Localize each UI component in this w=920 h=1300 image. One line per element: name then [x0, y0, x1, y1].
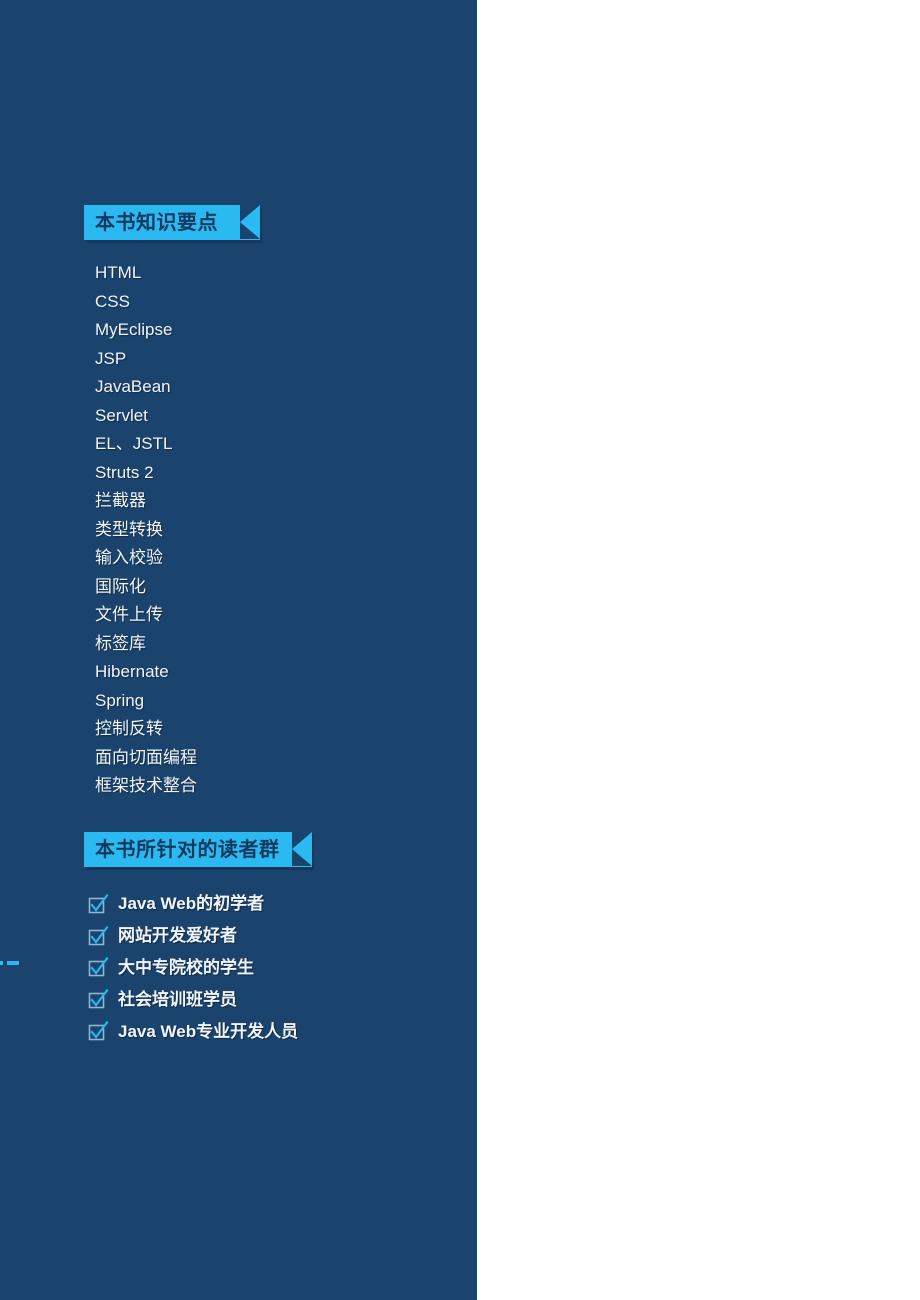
- list-item: 面向切面编程: [95, 747, 197, 767]
- checked-checkbox-icon: [88, 893, 109, 914]
- knowledge-topic-list: HTML CSS MyEclipse JSP JavaBean Servlet …: [95, 259, 197, 801]
- list-item: 社会培训班学员: [88, 983, 298, 1015]
- list-item: HTML: [95, 263, 142, 282]
- list-item: 类型转换: [95, 519, 163, 539]
- list-item: Java Web的初学者: [88, 888, 298, 920]
- checked-checkbox-icon: [88, 1021, 109, 1041]
- list-item: Spring: [95, 690, 145, 710]
- section-heading-readers: 本书所针对的读者群: [84, 832, 312, 867]
- list-item: Hibernate: [95, 662, 169, 681]
- list-item: 文件上传: [95, 605, 163, 624]
- back-cover-panel: 本书知识要点 HTML CSS MyEclipse JSP JavaBean S…: [0, 0, 477, 1300]
- list-item: Struts 2: [95, 462, 154, 482]
- list-item: 控制反转: [95, 719, 163, 738]
- list-item-label: 网站开发爱好者: [118, 926, 237, 946]
- list-item: 国际化: [95, 576, 146, 596]
- list-item: CSS: [95, 291, 130, 311]
- list-item-label: Java Web的初学者: [118, 894, 265, 914]
- section-heading-readers-label: 本书所针对的读者群: [95, 838, 280, 861]
- section-heading-knowledge-label: 本书知识要点: [95, 211, 218, 234]
- checked-checkbox-icon: [88, 925, 109, 946]
- list-item-label: 社会培训班学员: [118, 989, 237, 1009]
- list-item: JSP: [95, 348, 127, 368]
- list-item: 网站开发爱好者: [88, 920, 298, 952]
- section-heading-knowledge: 本书知识要点: [84, 205, 260, 240]
- list-item: 框架技术整合: [95, 776, 197, 795]
- list-item: 输入校验: [95, 548, 163, 567]
- list-item: EL、JSTL: [95, 434, 173, 453]
- checked-checkbox-icon: [88, 989, 109, 1009]
- page-canvas: 本书知识要点 HTML CSS MyEclipse JSP JavaBean S…: [0, 0, 920, 1300]
- list-item-label: 大中专院校的学生: [118, 957, 254, 977]
- list-item: MyEclipse: [95, 320, 173, 339]
- bleed-mark: [7, 961, 19, 965]
- list-item: Java Web专业开发人员: [88, 1015, 298, 1047]
- checked-checkbox-icon: [88, 957, 109, 977]
- list-item: Servlet: [95, 405, 148, 425]
- list-item: JavaBean: [95, 377, 171, 396]
- target-reader-list: Java Web的初学者 网站开发爱好者 大中专院校的学生 社会培训班学员 Ja…: [88, 888, 298, 1047]
- list-item: 大中专院校的学生: [88, 952, 298, 984]
- list-item: 拦截器: [95, 491, 146, 510]
- list-item-label: Java Web专业开发人员: [118, 1021, 299, 1041]
- list-item: 标签库: [95, 633, 146, 653]
- bleed-mark: [0, 961, 3, 965]
